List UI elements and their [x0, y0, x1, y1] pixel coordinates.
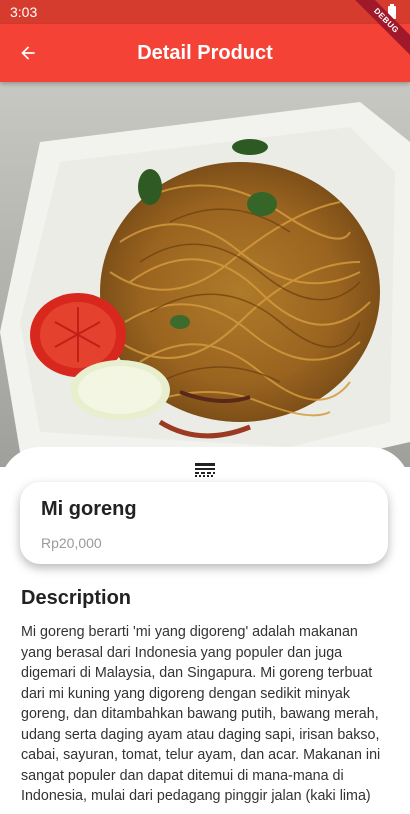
drag-handle-icon[interactable]	[194, 462, 216, 478]
description-text: Mi goreng berarti 'mi yang digoreng' ada…	[21, 624, 381, 804]
page-title: Detail Product	[137, 41, 273, 64]
product-price: Rp20,000	[41, 535, 102, 551]
detail-sheet[interactable]: Mi goreng Rp20,000 Description Mi goreng…	[0, 447, 410, 814]
back-button[interactable]	[0, 24, 56, 82]
status-time: 3:03	[10, 4, 38, 20]
status-bar: 3:03	[0, 0, 410, 24]
product-card: Mi goreng Rp20,000	[20, 482, 388, 564]
arrow-back-icon	[21, 46, 35, 60]
description-heading: Description	[21, 587, 132, 609]
product-image	[0, 82, 410, 467]
app-bar: Detail Product	[0, 24, 410, 82]
product-name: Mi goreng	[41, 498, 137, 520]
